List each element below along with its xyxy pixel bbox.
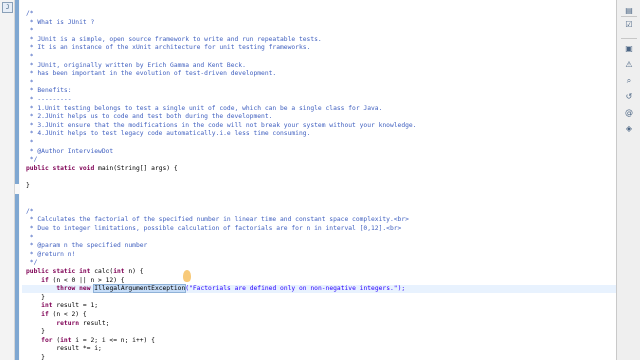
throw-keyword: throw new [56, 285, 91, 293]
comment-text: * 4.JUnit helps to test legacy code auto… [26, 130, 311, 138]
code-line: return result; [56, 319, 110, 327]
code-line: * Calculates the factorial of the specif… [26, 216, 409, 224]
comment-text: * [26, 139, 34, 146]
code-line: * JUnit is a simple, open source framewo… [26, 36, 322, 44]
code-line: * 2.JUnit helps us to code and test both… [26, 113, 273, 121]
code-line: * @return n! [26, 250, 76, 259]
code-line: * [26, 139, 34, 147]
comment-text: * [26, 233, 34, 241]
task-icon[interactable]: ☑ [624, 20, 634, 30]
comment-text: * Calculates the factorial of the specif… [26, 216, 409, 224]
java-perspective-icon[interactable]: J [2, 2, 13, 13]
history-icon[interactable]: ↺ [624, 92, 634, 102]
comment-text: * @param n the specified number [26, 242, 148, 250]
code-editor[interactable]: /* * What is JUnit ? * * JUnit is a simp… [22, 0, 616, 360]
comment-text: * 2.JUnit helps us to code and test both… [26, 113, 273, 121]
code-line: result *= i; [26, 345, 102, 353]
code-line: * [26, 27, 34, 35]
code-line: * JUnit, originally written by Erich Gam… [26, 62, 246, 70]
javadoc-icon[interactable]: @ [624, 108, 634, 118]
code-line: * It is an instance of the xUnit archite… [26, 44, 311, 52]
code-line: * What is JUnit ? [26, 19, 94, 27]
comment-text: * Due to integer limitations, possible c… [26, 225, 402, 232]
comment-text: * JUnit is a simple, open source framewo… [26, 35, 322, 43]
code-line: int result = 1; [41, 302, 99, 310]
code-line: /* [26, 208, 34, 216]
comment-text: * has been important in the evolution of… [26, 70, 277, 78]
code-line: * [26, 53, 34, 61]
comment-text: * @Author InterviewDot [26, 147, 114, 155]
code-line: public static void main(String[] args) { [26, 164, 178, 172]
outline-icon[interactable]: ▤ [624, 6, 634, 16]
change-indicator-bottom [15, 194, 19, 360]
toolbar-separator [621, 38, 637, 39]
comment-text: * What is JUnit ? [26, 18, 95, 26]
comment-text: * JUnit, originally written by Erich Gam… [26, 61, 246, 69]
code-line: * has been important in the evolution of… [26, 70, 276, 78]
declaration-icon[interactable]: ◈ [624, 124, 634, 134]
code-line: /* [26, 10, 34, 18]
code-line: */ [26, 156, 38, 164]
code-line: } [26, 182, 30, 189]
comment-text: * It is an instance of the xUnit archite… [26, 44, 311, 52]
comment-text: * 1.Unit testing belongs to test a singl… [26, 104, 383, 112]
code-line: throw new IllegalArgumentException("Fact… [26, 284, 406, 294]
mouse-cursor-icon [183, 270, 191, 282]
exception-message-string: ("Factorials are defined only on non-neg… [185, 285, 406, 293]
code-line: } [26, 293, 45, 301]
comment-text: /* [26, 207, 34, 215]
code-line: * [26, 234, 34, 242]
code-line: * Due to integer limitations, possible c… [26, 225, 402, 233]
comment-text: * [26, 27, 34, 35]
comment-text: * @return n! [26, 250, 76, 258]
code-line: * 3.JUnit ensure that the modifications … [26, 121, 417, 130]
code-line: } [26, 354, 45, 360]
comment-text: * [26, 53, 34, 60]
code-line: public static int calc(int n) { [26, 268, 144, 275]
toolbar-separator [621, 16, 637, 17]
code-line: * @param n the specified number [26, 242, 148, 250]
problems-icon[interactable]: ⚠ [624, 60, 634, 70]
code-line: * Benefits: [26, 87, 72, 95]
selected-exception-class[interactable]: IllegalArgumentException [93, 284, 187, 294]
code-line: * 4.JUnit helps to test legacy code auto… [26, 130, 311, 138]
code-line: if (n < 0 || n > 12) { [41, 276, 125, 284]
comment-text: */ [26, 156, 38, 164]
console-icon[interactable]: ▣ [624, 44, 634, 54]
comment-text: /* [26, 10, 34, 17]
change-indicator-top [15, 0, 19, 184]
comment-text: * --------- [26, 96, 72, 103]
code-line: * 1.Unit testing belongs to test a singl… [26, 104, 383, 113]
comment-text: */ [26, 259, 38, 267]
search-icon[interactable]: ⌕ [624, 76, 634, 86]
comment-text: * [26, 78, 34, 86]
code-line: for (int i = 2; i <= n; i++) { [41, 336, 155, 344]
code-line: if (n < 2) { [41, 311, 87, 318]
left-trim-bar: J [0, 0, 15, 360]
comment-text: * 3.JUnit ensure that the modifications … [26, 121, 417, 129]
code-line: * @Author InterviewDot [26, 148, 113, 156]
comment-text: * Benefits: [26, 87, 72, 95]
code-line: * --------- [26, 96, 72, 104]
code-line: } [26, 328, 45, 336]
right-trim-bar: ▤ ☑ ▣ ⚠ ⌕ ↺ @ ◈ [616, 0, 640, 360]
code-line: */ [26, 259, 38, 267]
code-line: * [26, 79, 34, 87]
